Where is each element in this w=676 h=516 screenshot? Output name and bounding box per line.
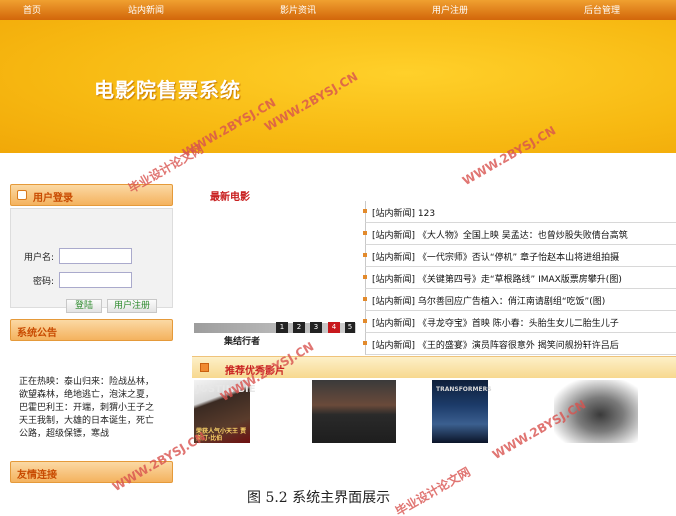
pager-3[interactable]: 3 xyxy=(310,322,322,333)
login-box: 用户名: 密码: 登陆 用户注册 xyxy=(10,208,173,313)
movie-poster[interactable]: TRANSFORMERS xyxy=(432,380,492,443)
password-input[interactable] xyxy=(59,272,132,288)
nav-movie-info[interactable]: 影片资讯 xyxy=(280,3,316,16)
site-title: 电影院售票系统 xyxy=(94,78,241,102)
movie-poster[interactable] xyxy=(312,380,396,443)
watermark: 毕业设计论文网 xyxy=(393,464,473,516)
nav-site-news[interactable]: 站内新闻 xyxy=(128,3,164,16)
news-item[interactable]: [站内新闻] 乌尔善回应广告植入：俏江南请剧组“吃饭”(图) xyxy=(363,289,676,311)
news-item[interactable]: [站内新闻] 123 xyxy=(363,201,676,223)
news-item[interactable]: [站内新闻] 《寻龙夺宝》首映 陈小春：头胎生女儿二胎生儿子 xyxy=(363,311,676,333)
slideshow-caption: 集结行者 xyxy=(224,337,261,347)
notice-panel-title: 系统公告 xyxy=(17,328,57,339)
pager-4[interactable]: 4 xyxy=(328,322,340,333)
latest-movies-title: 最新电影 xyxy=(210,192,250,203)
links-panel-title: 友情连接 xyxy=(17,470,57,481)
notice-text: 正在热映：泰山归来：险战丛林，欲望森林，绝地逃亡，泡沫之夏，巴霍巴利王：开端，刺… xyxy=(19,377,155,439)
news-item[interactable]: [站内新闻] 《王的盛宴》演员阵容很意外 揭笑问舰扮轩许吕后 xyxy=(363,333,676,355)
nav-admin[interactable]: 后台管理 xyxy=(584,3,620,16)
news-item[interactable]: [站内新闻] 《关键第四号》走“草根路线” IMAX版票房攀升(图) xyxy=(363,267,676,289)
pager-1[interactable]: 1 xyxy=(276,322,288,333)
pager-2[interactable]: 2 xyxy=(293,322,305,333)
user-icon xyxy=(17,190,27,200)
figure-caption: 图 5.2 系统主界面展示 xyxy=(247,490,391,506)
top-nav: 首页 站内新闻 影片资讯 用户注册 后台管理 xyxy=(0,0,676,20)
nav-user-register[interactable]: 用户注册 xyxy=(432,3,468,16)
film-icon xyxy=(200,363,209,372)
login-panel-title: 用户登录 xyxy=(33,193,73,204)
news-item[interactable]: [站内新闻] 《大人物》全国上映 吴孟达：也曾炒股失败倩台高筑 xyxy=(363,223,676,245)
login-button[interactable]: 登陆 xyxy=(66,299,102,313)
nav-home[interactable]: 首页 xyxy=(23,3,41,16)
username-input[interactable] xyxy=(59,248,132,264)
news-item[interactable]: [站内新闻] 《一代宗师》否认“停机” 章子怡赵本山将进组拍摄 xyxy=(363,245,676,267)
register-button[interactable]: 用户注册 xyxy=(107,299,157,313)
pager-5[interactable]: 5 xyxy=(345,322,355,333)
username-label: 用户名: xyxy=(24,253,55,263)
banner-divider xyxy=(0,153,676,179)
notice-panel-header: 系统公告 xyxy=(10,319,173,341)
password-label: 密码: xyxy=(33,277,55,287)
